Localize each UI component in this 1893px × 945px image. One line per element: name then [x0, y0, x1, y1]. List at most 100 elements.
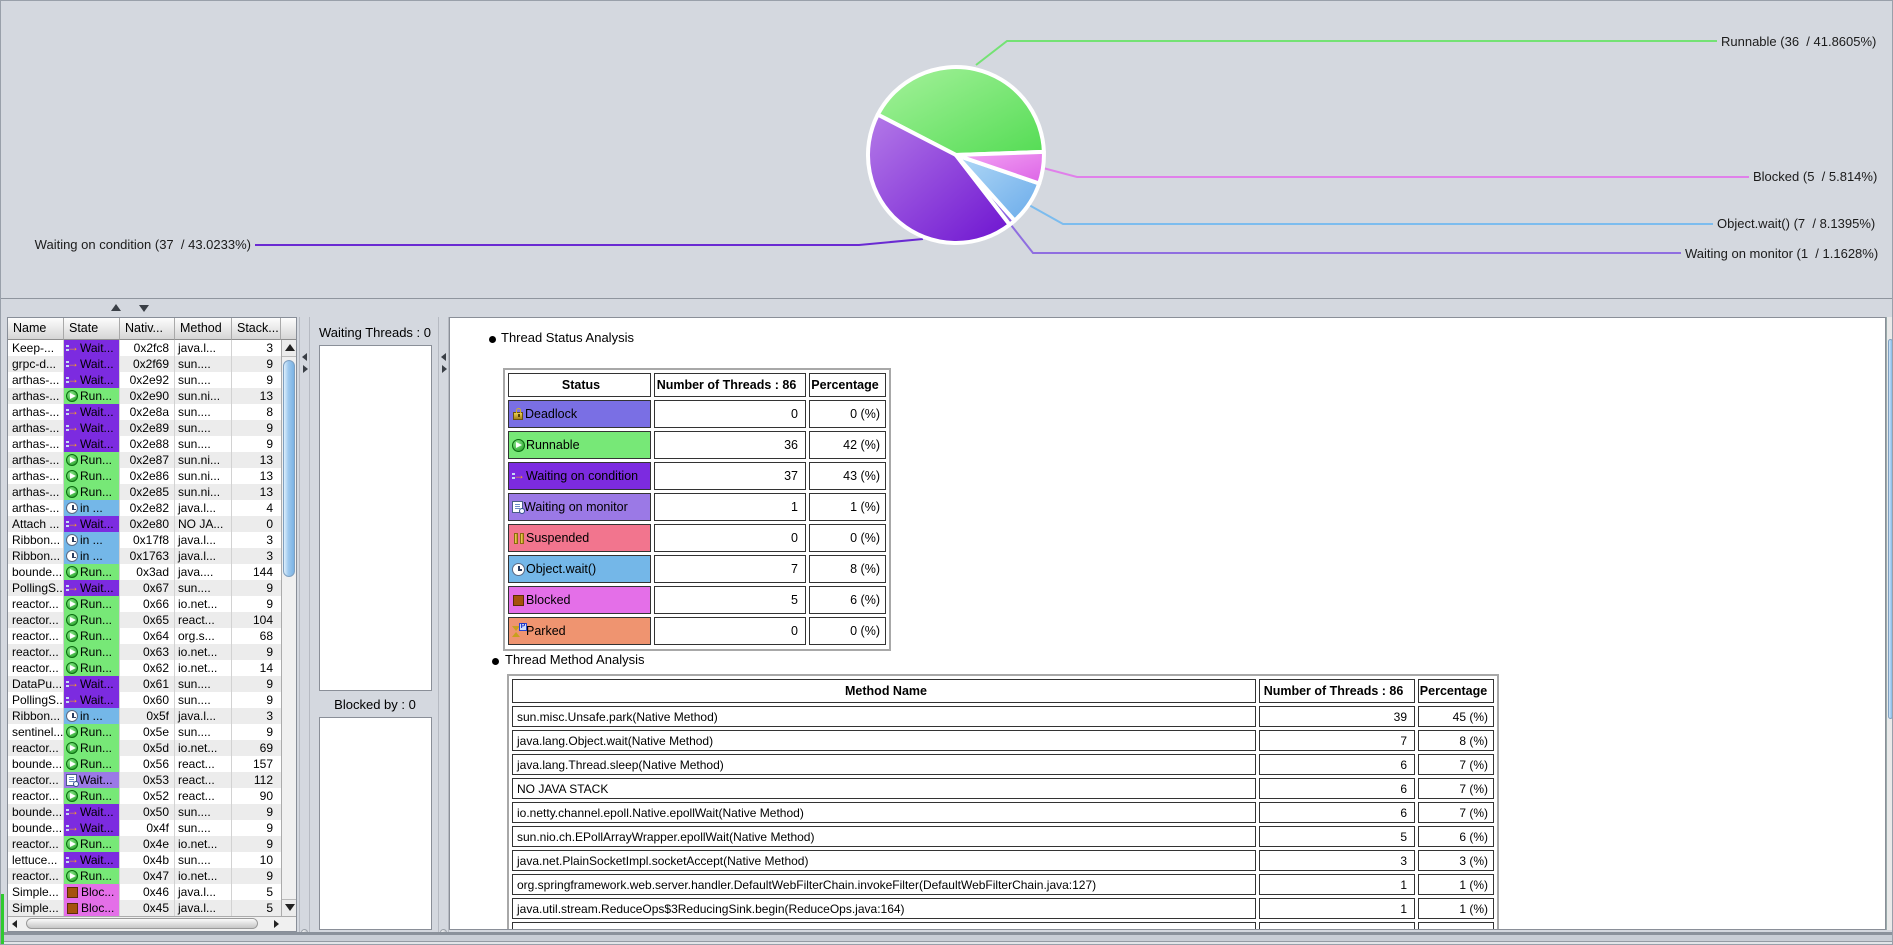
table-row[interactable]: Attach ... Wait... 0x2e80NO JA... 0: [8, 516, 281, 532]
status-percentage-cell: 0 (%): [809, 400, 886, 428]
splitter-bar-right[interactable]: [438, 317, 449, 944]
method-count-cell: 3: [1259, 850, 1415, 871]
analysis-scrollbar-thumb[interactable]: [1888, 339, 1892, 719]
column-header-state[interactable]: State: [64, 318, 120, 340]
table-row[interactable]: reactor... Run... 0x63 io.net... 9: [8, 644, 281, 660]
status-row: P Parked 0 0 (%): [508, 617, 886, 645]
splitter-collapse-down-button[interactable]: [139, 305, 149, 312]
column-header-method[interactable]: Method: [175, 318, 232, 340]
table-row[interactable]: Ribbon... in ... 0x17f8 java.l... 3: [8, 532, 281, 548]
table-row[interactable]: reactor... Run... 0x65 react... 104: [8, 612, 281, 628]
thread-table-vertical-scrollbar[interactable]: [281, 340, 296, 916]
thread-native-id-cell: 0x53: [120, 772, 175, 788]
thread-state-label: Wait...: [80, 405, 114, 419]
table-row[interactable]: reactor... Run... 0x47 io.net... 9: [8, 868, 281, 884]
waiting-threads-list[interactable]: [319, 345, 432, 691]
thread-native-id-cell: 0x3ad: [120, 564, 175, 580]
thread-method-cell: io.net...: [175, 644, 232, 660]
vertical-scrollbar-thumb[interactable]: [283, 360, 295, 577]
table-row[interactable]: reactor... Run... 0x52 react... 90: [8, 788, 281, 804]
splitter-collapse-right-button[interactable]: [303, 365, 308, 373]
column-header-stack[interactable]: Stack...: [232, 318, 281, 340]
table-row[interactable]: lettuce... Wait... 0x4bsun.... 10: [8, 852, 281, 868]
table-row[interactable]: arthas-... Wait... 0x2e92sun.... 9: [8, 372, 281, 388]
status-percentage-header-cell: Percentage: [809, 373, 886, 397]
column-header-native[interactable]: Nativ...: [120, 318, 175, 340]
splitter-collapse-left-button[interactable]: [441, 353, 446, 361]
table-row[interactable]: reactor... Run... 0x62 io.net... 14: [8, 660, 281, 676]
splitter-bar-left[interactable]: [299, 317, 310, 944]
thread-state-label: Run...: [80, 757, 113, 771]
table-row[interactable]: bounde... Wait... 0x50sun.... 9: [8, 804, 281, 820]
method-row: org.springframework.web.server.handler.D…: [512, 874, 1494, 895]
table-row[interactable]: arthas-... Run... 0x2e87 sun.ni... 13: [8, 452, 281, 468]
bullet-icon: [492, 658, 499, 665]
table-row[interactable]: arthas-... Wait... 0x2e8asun.... 8: [8, 404, 281, 420]
horizontal-scrollbar-thumb[interactable]: [26, 918, 258, 929]
scroll-right-button[interactable]: [270, 918, 286, 930]
table-row[interactable]: reactor... Run... 0x64 org.s... 68: [8, 628, 281, 644]
thread-name-cell: reactor...: [8, 644, 64, 660]
thread-state-cell: Wait...: [64, 820, 120, 836]
blocked-by-list[interactable]: [319, 717, 432, 930]
scroll-down-button[interactable]: [282, 899, 296, 916]
splitter-collapse-up-button[interactable]: [111, 304, 121, 311]
thread-stack-depth-cell: 5: [266, 885, 273, 899]
table-row[interactable]: arthas-... in ... 0x2e82 java.l... 4: [8, 500, 281, 516]
status-count-cell: 37: [654, 462, 806, 490]
thread-name-cell: grpc-d...: [8, 356, 64, 372]
thread-native-id-cell: 0x45: [120, 900, 175, 916]
table-row[interactable]: reactor... Wait... 0x53 react... 112: [8, 772, 281, 788]
column-header-name[interactable]: Name: [8, 318, 64, 340]
thread-native-id-cell: 0x46: [120, 884, 175, 900]
table-row[interactable]: reactor... Run... 0x66 io.net... 9: [8, 596, 281, 612]
table-row[interactable]: Ribbon... in ... 0x1763 java.l... 3: [8, 548, 281, 564]
thread-method-cell: java.l...: [175, 500, 232, 516]
thread-native-id-cell: 0x50: [120, 804, 175, 820]
table-row[interactable]: arthas-... Run... 0x2e90 sun.ni... 13: [8, 388, 281, 404]
table-row[interactable]: DataPu... Wait... 0x61sun.... 9: [8, 676, 281, 692]
table-row[interactable]: arthas-... Wait... 0x2e89sun.... 9: [8, 420, 281, 436]
table-row[interactable]: arthas-... Run... 0x2e85 sun.ni... 13: [8, 484, 281, 500]
method-name-cell: org.springframework.web.server.handler.D…: [512, 874, 1256, 895]
monitor-wait-icon: [512, 501, 525, 514]
table-row[interactable]: sentinel... Run... 0x5e sun.... 9: [8, 724, 281, 740]
thread-name-cell: arthas-...: [8, 404, 64, 420]
thread-stack-depth-cell: 9: [266, 373, 273, 387]
clock-icon: [512, 562, 525, 576]
status-row: Suspended 0 0 (%): [508, 524, 886, 552]
table-row[interactable]: Simple... Bloc... 0x45 java.l... 5: [8, 900, 281, 916]
analysis-panel-scrollbar[interactable]: [1886, 317, 1892, 930]
thread-native-id-cell: 0x64: [120, 628, 175, 644]
status-label-cell: Suspended: [508, 524, 651, 552]
splitter-collapse-left-button[interactable]: [302, 353, 307, 361]
table-row[interactable]: arthas-... Wait... 0x2e88sun.... 9: [8, 436, 281, 452]
thread-native-id-cell: 0x63: [120, 644, 175, 660]
table-row[interactable]: reactor... Run... 0x4e io.net... 9: [8, 836, 281, 852]
thread-native-id-cell: 0x2e89: [120, 420, 175, 436]
table-row[interactable]: bounde... Run... 0x3ad java.... 144: [8, 564, 281, 580]
thread-state-label: Wait...: [80, 341, 114, 355]
table-row[interactable]: arthas-... Run... 0x2e86 sun.ni... 13: [8, 468, 281, 484]
play-icon: [66, 598, 78, 610]
thread-state-cell: in ...: [64, 708, 120, 724]
table-row[interactable]: Ribbon... in ... 0x5f java.l... 3: [8, 708, 281, 724]
play-icon: [66, 838, 78, 850]
thread-state-cell: Wait...: [64, 580, 120, 596]
table-row[interactable]: bounde... Wait... 0x4fsun.... 9: [8, 820, 281, 836]
scroll-up-button[interactable]: [282, 340, 296, 357]
table-row[interactable]: Keep-... Wait... 0x2fc8java.l... 3: [8, 340, 281, 356]
table-row[interactable]: reactor... Run... 0x5d io.net... 69: [8, 740, 281, 756]
thread-table-horizontal-scrollbar[interactable]: [8, 916, 296, 931]
table-row[interactable]: bounde... Run... 0x56 react... 157: [8, 756, 281, 772]
table-row[interactable]: grpc-d... Wait... 0x2f69sun.... 9: [8, 356, 281, 372]
splitter-collapse-right-button[interactable]: [442, 365, 447, 373]
thread-stack-depth-cell: 4: [266, 501, 273, 515]
bottom-splitter-bar[interactable]: [1, 932, 1892, 944]
waiting-arrow-icon: [66, 677, 79, 690]
scroll-left-button[interactable]: [8, 918, 24, 930]
table-row[interactable]: PollingS... Wait... 0x67sun.... 9: [8, 580, 281, 596]
table-row[interactable]: PollingS... Wait... 0x60sun.... 9: [8, 692, 281, 708]
left-edge-highlight: [1, 894, 4, 944]
table-row[interactable]: Simple... Bloc... 0x46 java.l... 5: [8, 884, 281, 900]
